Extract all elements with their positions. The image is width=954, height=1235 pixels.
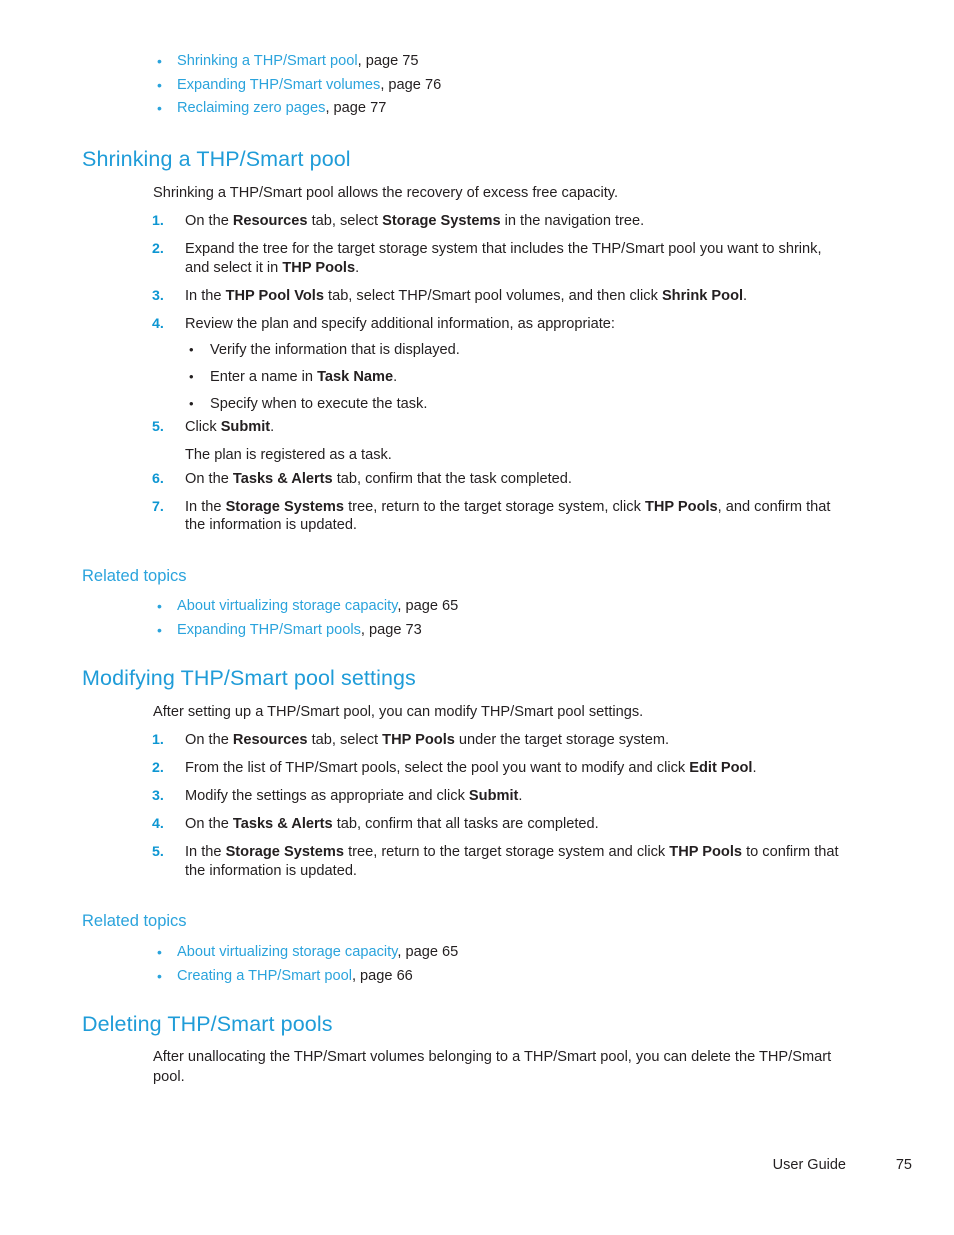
- step-text: Expand the tree for the target storage s…: [185, 241, 822, 276]
- list-item: • Verify the information that is display…: [187, 341, 842, 360]
- list-item: • Reclaiming zero pages, page 77: [145, 97, 845, 121]
- step-text: In the Storage Systems tree, return to t…: [185, 498, 831, 534]
- crossreference-link[interactable]: Shrinking a THP/Smart pool: [177, 53, 358, 69]
- step-number: 5.: [152, 418, 164, 435]
- document-page: • Shrinking a THP/Smart pool, page 75 • …: [0, 0, 954, 1235]
- section-heading-modifying: Modifying THP/Smart pool settings: [82, 666, 416, 690]
- step-number: 4.: [152, 315, 164, 332]
- footer-page-number: 75: [895, 1157, 912, 1173]
- step-text: On the Resources tab, select THP Pools u…: [185, 732, 670, 748]
- crossreference-link[interactable]: Reclaiming zero pages: [177, 100, 325, 116]
- crossreference-page: , page 73: [360, 622, 422, 638]
- step-item: 4. Review the plan and specify additiona…: [152, 315, 842, 414]
- bullet-icon: •: [157, 100, 162, 116]
- crossreference-page: , page 65: [397, 598, 459, 614]
- crossreference-page: , page 66: [351, 968, 413, 984]
- step-item: 3. In the THP Pool Vols tab, select THP/…: [152, 287, 842, 306]
- procedure-steps-modifying: 1. On the Resources tab, select THP Pool…: [152, 731, 842, 880]
- bullet-icon: •: [189, 342, 194, 357]
- step-text: In the Storage Systems tree, return to t…: [185, 844, 839, 879]
- list-item: • About virtualizing storage capacity, p…: [145, 940, 845, 964]
- step-item: 4. On the Tasks & Alerts tab, confirm th…: [152, 815, 842, 834]
- bullet-icon: •: [157, 622, 162, 638]
- step-text: Review the plan and specify additional i…: [185, 315, 615, 332]
- step-number: 4.: [152, 816, 164, 832]
- step-number: 2.: [152, 241, 164, 257]
- step-item: 3. Modify the settings as appropriate an…: [152, 787, 842, 806]
- related-topics-list-1: • About virtualizing storage capacity, p…: [145, 594, 845, 642]
- step-item: 7. In the Storage Systems tree, return t…: [152, 498, 842, 535]
- related-topics-list-2: • About virtualizing storage capacity, p…: [145, 940, 845, 988]
- step-item: 5. Click Submit. The plan is registered …: [152, 418, 842, 465]
- step-text: On the Tasks & Alerts tab, confirm that …: [185, 470, 572, 487]
- step-number: 2.: [152, 760, 164, 776]
- step-number: 5.: [152, 844, 164, 860]
- crossreference-link[interactable]: About virtualizing storage capacity: [177, 944, 397, 960]
- list-item: • Expanding THP/Smart volumes, page 76: [145, 74, 845, 98]
- bullet-icon: •: [157, 944, 162, 960]
- top-crossreference-list: • Shrinking a THP/Smart pool, page 75 • …: [145, 50, 845, 121]
- footer-document-title: User Guide: [772, 1157, 846, 1173]
- crossreference-link[interactable]: About virtualizing storage capacity: [177, 598, 397, 614]
- step-number: 7.: [152, 498, 164, 515]
- step-number: 3.: [152, 287, 164, 304]
- sub-bullet-text: Enter a name in Task Name.: [210, 369, 398, 385]
- bullet-icon: •: [157, 598, 162, 614]
- step-number: 6.: [152, 470, 164, 487]
- step-text: Click Submit.: [185, 418, 275, 435]
- section-intro-modifying: After setting up a THP/Smart pool, you c…: [153, 704, 644, 720]
- sub-bullet-text: Verify the information that is displayed…: [210, 342, 460, 358]
- step-text: On the Resources tab, select Storage Sys…: [185, 213, 645, 229]
- crossreference-page: , page 76: [380, 76, 442, 93]
- bullet-icon: •: [189, 369, 194, 384]
- page-footer: User Guide 75: [0, 1157, 954, 1177]
- crossreference-link[interactable]: Creating a THP/Smart pool: [177, 968, 352, 984]
- step-text: In the THP Pool Vols tab, select THP/Sma…: [185, 287, 748, 304]
- step-item: 2. Expand the tree for the target storag…: [152, 240, 842, 277]
- related-topics-heading-1: Related topics: [82, 567, 187, 585]
- crossreference-page: , page 65: [397, 944, 459, 960]
- list-item: • Creating a THP/Smart pool, page 66: [145, 964, 845, 988]
- procedure-steps-shrinking: 1. On the Resources tab, select Storage …: [152, 212, 842, 535]
- step-item: 2. From the list of THP/Smart pools, sel…: [152, 759, 842, 778]
- list-item: • Shrinking a THP/Smart pool, page 75: [145, 50, 845, 74]
- related-topics-heading-2: Related topics: [82, 912, 187, 930]
- step-item: 1. On the Resources tab, select Storage …: [152, 212, 842, 231]
- list-item: • Enter a name in Task Name.: [187, 368, 842, 387]
- crossreference-link[interactable]: Expanding THP/Smart volumes: [177, 77, 380, 93]
- step-number: 1.: [152, 732, 164, 748]
- step-text: From the list of THP/Smart pools, select…: [185, 760, 757, 776]
- crossreference-page: , page 77: [325, 100, 387, 116]
- step-item: 1. On the Resources tab, select THP Pool…: [152, 731, 842, 750]
- step-sub-bullet-list: • Verify the information that is display…: [185, 341, 842, 414]
- section-heading-shrinking: Shrinking a THP/Smart pool: [82, 147, 351, 171]
- bullet-icon: •: [157, 968, 162, 984]
- step-number: 1.: [152, 213, 164, 229]
- section-intro-deleting: After unallocating the THP/Smart volumes…: [153, 1049, 832, 1085]
- step-note: The plan is registered as a task.: [185, 447, 392, 463]
- bullet-icon: •: [157, 76, 162, 93]
- list-item: • About virtualizing storage capacity, p…: [145, 594, 845, 618]
- crossreference-page: , page 75: [357, 53, 419, 69]
- bullet-icon: •: [157, 53, 162, 69]
- sub-bullet-text: Specify when to execute the task.: [210, 396, 428, 412]
- bullet-icon: •: [189, 396, 194, 411]
- step-number: 3.: [152, 788, 164, 804]
- step-item: 6. On the Tasks & Alerts tab, confirm th…: [152, 470, 842, 489]
- section-heading-deleting: Deleting THP/Smart pools: [82, 1012, 333, 1036]
- step-item: 5. In the Storage Systems tree, return t…: [152, 843, 842, 880]
- step-text: Modify the settings as appropriate and c…: [185, 788, 523, 804]
- list-item: • Expanding THP/Smart pools, page 73: [145, 618, 845, 642]
- step-text: On the Tasks & Alerts tab, confirm that …: [185, 816, 599, 832]
- list-item: • Specify when to execute the task.: [187, 395, 842, 414]
- crossreference-link[interactable]: Expanding THP/Smart pools: [177, 622, 361, 638]
- section-intro-shrinking: Shrinking a THP/Smart pool allows the re…: [153, 185, 619, 201]
